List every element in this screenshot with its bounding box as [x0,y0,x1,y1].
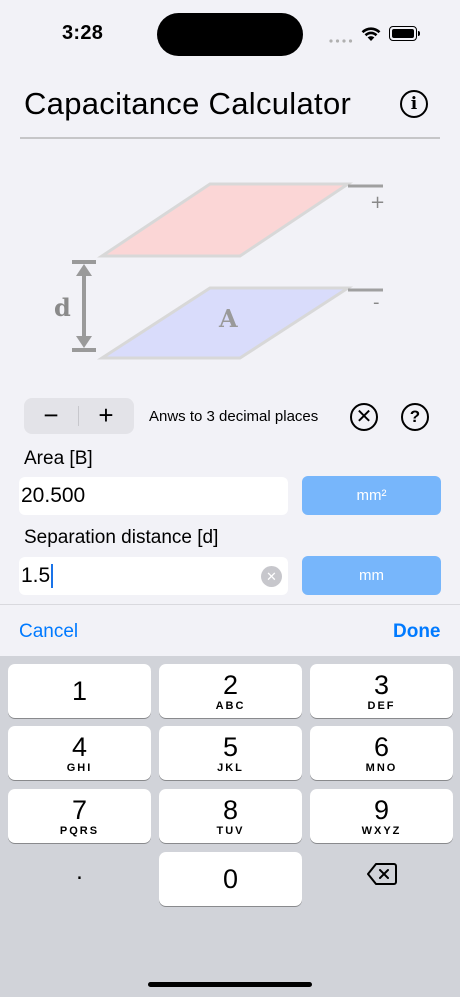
key-1[interactable]: 1 [8,664,151,718]
status-time: 3:28 [62,22,104,44]
key-9[interactable]: 9 WXYZ [310,789,453,843]
header-divider [20,137,440,139]
clear-all-icon[interactable]: ✕ [350,403,378,431]
decimal-key[interactable]: . [8,852,151,906]
separation-label: Separation distance [d] [24,527,219,548]
delete-key[interactable] [310,852,453,906]
area-value: 20.500 [21,484,86,507]
key-7[interactable]: 7 PQRS [8,789,151,843]
clear-field-icon[interactable]: ✕ [261,566,282,587]
area-label: A [218,304,238,333]
area-input[interactable]: 20.500 [19,477,288,515]
keyboard-toolbar: Cancel Done [0,604,460,657]
help-button[interactable]: ? [401,403,429,431]
key-4[interactable]: 4 GHI [8,726,151,780]
cancel-button[interactable]: Cancel [19,621,78,643]
separation-value: 1.5 [21,564,51,587]
page-title: Capacitance Calculator [24,86,352,121]
distance-label: d [54,293,71,322]
info-icon[interactable]: i [400,90,428,118]
decrement-button[interactable]: − [24,398,78,434]
battery-icon [389,26,420,41]
bottom-terminal-label: - [373,292,380,313]
numeric-keypad: 1 2 ABC 3 DEF 4 GHI 5 JKL 6 MNO 7 PQRS 8… [0,656,460,997]
capacitor-diagram: + - A d [54,182,385,360]
key-2[interactable]: 2 ABC [159,664,302,718]
key-3[interactable]: 3 DEF [310,664,453,718]
increment-button[interactable]: + [79,398,133,434]
decimal-places-text: Anws to 3 decimal places [149,408,319,425]
home-indicator [148,982,312,987]
area-unit-button[interactable]: mm² [302,476,441,515]
done-button[interactable]: Done [393,621,441,643]
separation-unit-button[interactable]: mm [302,556,441,595]
key-6[interactable]: 6 MNO [310,726,453,780]
key-8[interactable]: 8 TUV [159,789,302,843]
separation-input[interactable]: 1.5 ✕ [19,557,288,595]
area-label: Area [B] [24,448,93,469]
backspace-icon [366,863,397,885]
cellular-signal-icon [329,39,353,43]
dynamic-island [157,13,303,56]
key-0[interactable]: 0 [159,852,302,906]
key-5[interactable]: 5 JKL [159,726,302,780]
text-cursor [51,564,54,589]
top-terminal-label: + [370,192,385,213]
wifi-icon [361,27,381,41]
top-plate [97,182,353,258]
status-bar: 3:28 [0,0,460,70]
decimal-stepper[interactable]: − + [24,398,134,434]
